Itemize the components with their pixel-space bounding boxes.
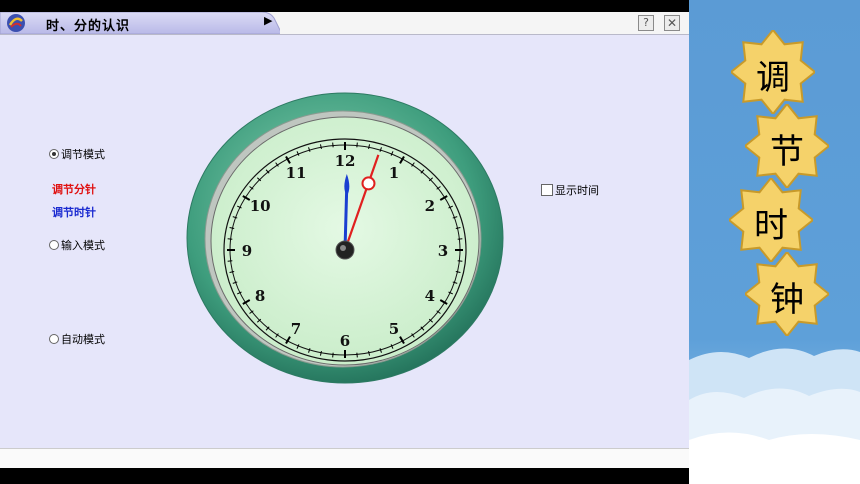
title-bar: 时、分的认识 ▶ ? ✕ bbox=[0, 12, 689, 35]
adjust-mode-label: 调节模式 bbox=[61, 148, 105, 161]
courseware-window: 时、分的认识 ▶ ? ✕ 调节模式 调节分针 调节时针 输入模式 自动模式 显示… bbox=[0, 12, 689, 468]
input-mode-label: 输入模式 bbox=[61, 239, 105, 252]
show-time-checkbox[interactable]: 显示时间 bbox=[541, 182, 599, 198]
clock-numeral: 9 bbox=[242, 242, 252, 260]
star-tile: 钟 bbox=[743, 250, 831, 338]
banner-character: 时 bbox=[754, 206, 788, 246]
banner-character: 调 bbox=[756, 58, 790, 98]
adjust-mode-radio[interactable]: 调节模式 bbox=[49, 146, 105, 162]
clock-numeral: 12 bbox=[335, 152, 356, 170]
window-title: 时、分的认识 bbox=[46, 19, 131, 34]
star-tile: 调 bbox=[729, 28, 817, 116]
close-button[interactable]: ✕ bbox=[664, 15, 680, 31]
clock-numeral: 5 bbox=[389, 320, 399, 338]
title-tab-shape bbox=[0, 12, 280, 34]
clock-numeral: 3 bbox=[438, 242, 448, 260]
banner-character: 节 bbox=[770, 132, 804, 172]
app-logo-icon bbox=[7, 14, 25, 32]
adjust-minute-option[interactable]: 调节分针 bbox=[52, 181, 96, 197]
tab-arrow-icon[interactable]: ▶ bbox=[264, 14, 272, 27]
clock-numeral: 7 bbox=[291, 320, 301, 338]
checkbox-icon bbox=[541, 184, 553, 196]
clock-numeral: 1 bbox=[389, 164, 399, 182]
clock-numeral: 2 bbox=[425, 197, 435, 215]
analog-clock[interactable]: 121234567891011 bbox=[186, 92, 504, 384]
help-button[interactable]: ? bbox=[638, 15, 654, 31]
radio-unselected-icon bbox=[49, 334, 59, 344]
star-tile: 节 bbox=[743, 102, 831, 190]
side-banner: 调节时钟 bbox=[689, 0, 860, 484]
radio-unselected-icon bbox=[49, 240, 59, 250]
show-time-label: 显示时间 bbox=[555, 184, 599, 197]
clock-numeral: 4 bbox=[425, 287, 435, 305]
clock-numeral: 11 bbox=[286, 164, 307, 182]
input-mode-radio[interactable]: 输入模式 bbox=[49, 237, 105, 253]
clock-numeral: 10 bbox=[250, 197, 271, 215]
auto-mode-label: 自动模式 bbox=[61, 333, 105, 346]
bottom-bar bbox=[0, 448, 689, 468]
clock-numeral: 8 bbox=[255, 287, 265, 305]
adjust-hour-option[interactable]: 调节时针 bbox=[52, 204, 96, 220]
banner-character: 钟 bbox=[770, 280, 804, 320]
radio-selected-icon bbox=[49, 149, 59, 159]
minute-hand-ring[interactable] bbox=[361, 176, 376, 191]
star-tile: 时 bbox=[727, 176, 815, 264]
clock-numeral: 6 bbox=[340, 332, 350, 350]
auto-mode-radio[interactable]: 自动模式 bbox=[49, 331, 105, 347]
clock-center-highlight bbox=[340, 245, 346, 251]
